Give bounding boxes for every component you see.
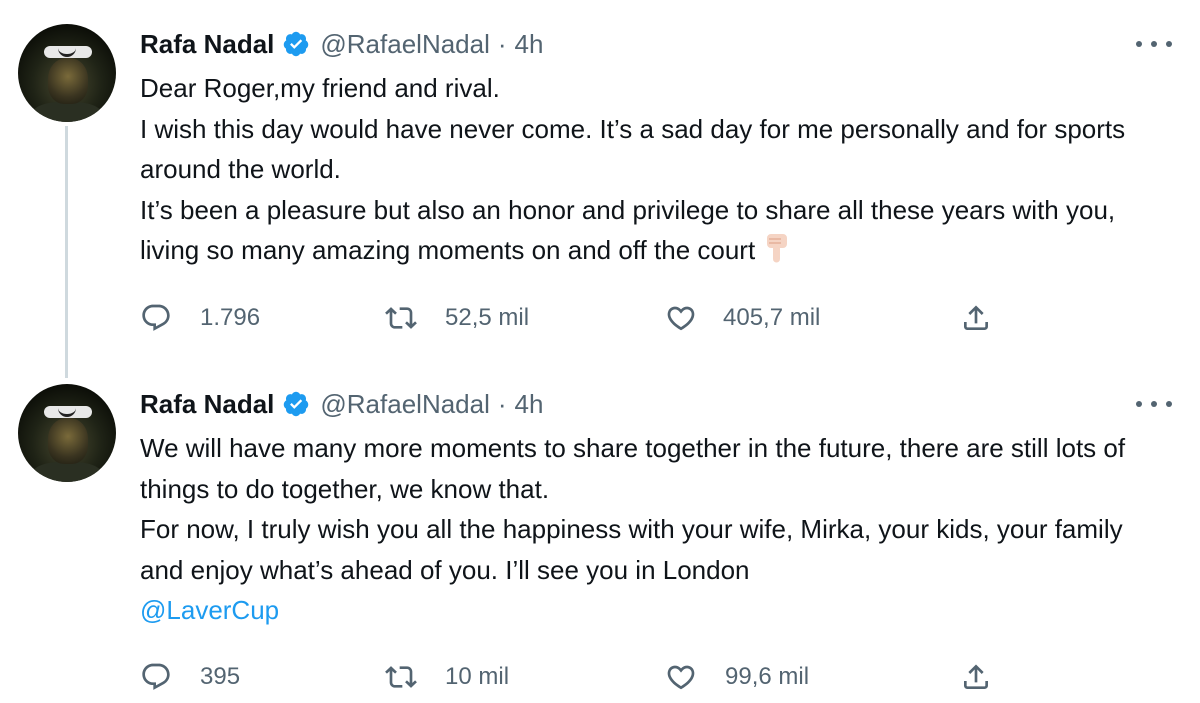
author-name[interactable]: Rafa Nadal	[140, 29, 274, 60]
tweet-text: We will have many more moments to share …	[140, 428, 1170, 631]
verified-badge-icon	[284, 31, 309, 57]
reply-count: 1.796	[200, 304, 261, 331]
tweet-header: Rafa Nadal @RafaelNadal · 4h	[140, 24, 543, 64]
retweet-icon	[385, 666, 417, 688]
tweet-line: Dear Roger,my friend and rival.	[140, 73, 500, 103]
avatar[interactable]	[18, 384, 116, 482]
more-options-icon[interactable]	[1136, 34, 1172, 54]
like-count: 405,7 mil	[723, 304, 821, 331]
tweet[interactable]: Rafa Nadal @RafaelNadal · 4h Dear Roger,…	[0, 0, 1200, 370]
retweet-count: 52,5 mil	[445, 304, 530, 331]
header-separator: ·	[497, 388, 507, 419]
tweet-text: Dear Roger,my friend and rival. I wish t…	[140, 68, 1170, 271]
share-icon	[964, 305, 988, 330]
author-handle[interactable]: @RafaelNadal	[320, 29, 489, 60]
tweet-header: Rafa Nadal @RafaelNadal · 4h	[140, 384, 543, 424]
tweet-line: I wish this day would have never come. I…	[140, 113, 1126, 185]
timestamp[interactable]: 4h	[515, 389, 544, 420]
tweet-line-text: It’s been a pleasure but also an honor a…	[140, 194, 1116, 266]
avatar-face	[48, 58, 88, 104]
tweet-line: We will have many more moments to share …	[140, 433, 1126, 504]
like-button[interactable]: 99,6 mil	[665, 657, 809, 697]
like-count: 99,6 mil	[725, 663, 810, 690]
tweet-line: It’s been a pleasure but also an honor a…	[140, 190, 1170, 271]
avatar-face	[48, 418, 88, 464]
backhand-index-pointing-down-emoji	[767, 234, 788, 263]
heart-icon	[667, 306, 695, 331]
retweet-button[interactable]: 10 mil	[385, 657, 509, 697]
reply-icon	[142, 663, 170, 690]
timestamp[interactable]: 4h	[515, 29, 544, 60]
author-handle[interactable]: @RafaelNadal	[320, 389, 489, 420]
avatar-shoulder	[32, 462, 102, 482]
tweet-actions: 1.796 52,5 mil 405,7 mil	[140, 298, 1020, 338]
thread-connector-line	[65, 126, 68, 378]
avatar-shoulder	[32, 102, 102, 122]
avatar[interactable]	[18, 24, 116, 122]
share-button[interactable]	[960, 657, 992, 697]
reply-button[interactable]: 395	[140, 657, 240, 697]
retweet-count: 10 mil	[445, 663, 510, 690]
reply-icon	[142, 304, 170, 331]
header-separator: ·	[497, 28, 507, 59]
tweet-actions: 395 10 mil 99,6 mil	[140, 657, 1020, 697]
more-options-icon[interactable]	[1136, 394, 1172, 414]
tweet-line: @LaverCup	[140, 590, 1170, 631]
author-name[interactable]: Rafa Nadal	[140, 389, 274, 420]
reply-button[interactable]: 1.796	[140, 298, 260, 338]
mention-link[interactable]: @LaverCup	[140, 595, 279, 625]
like-button[interactable]: 405,7 mil	[665, 298, 820, 338]
tweet-line: For now, I truly wish you all the happin…	[140, 514, 1123, 585]
share-button[interactable]	[960, 298, 992, 338]
tweet[interactable]: Rafa Nadal @RafaelNadal · 4h We will hav…	[0, 370, 1200, 703]
share-icon	[964, 664, 988, 689]
verified-badge-icon	[284, 391, 309, 417]
heart-icon	[667, 665, 695, 690]
retweet-icon	[385, 307, 417, 329]
reply-count: 395	[200, 663, 241, 690]
retweet-button[interactable]: 52,5 mil	[385, 298, 529, 338]
